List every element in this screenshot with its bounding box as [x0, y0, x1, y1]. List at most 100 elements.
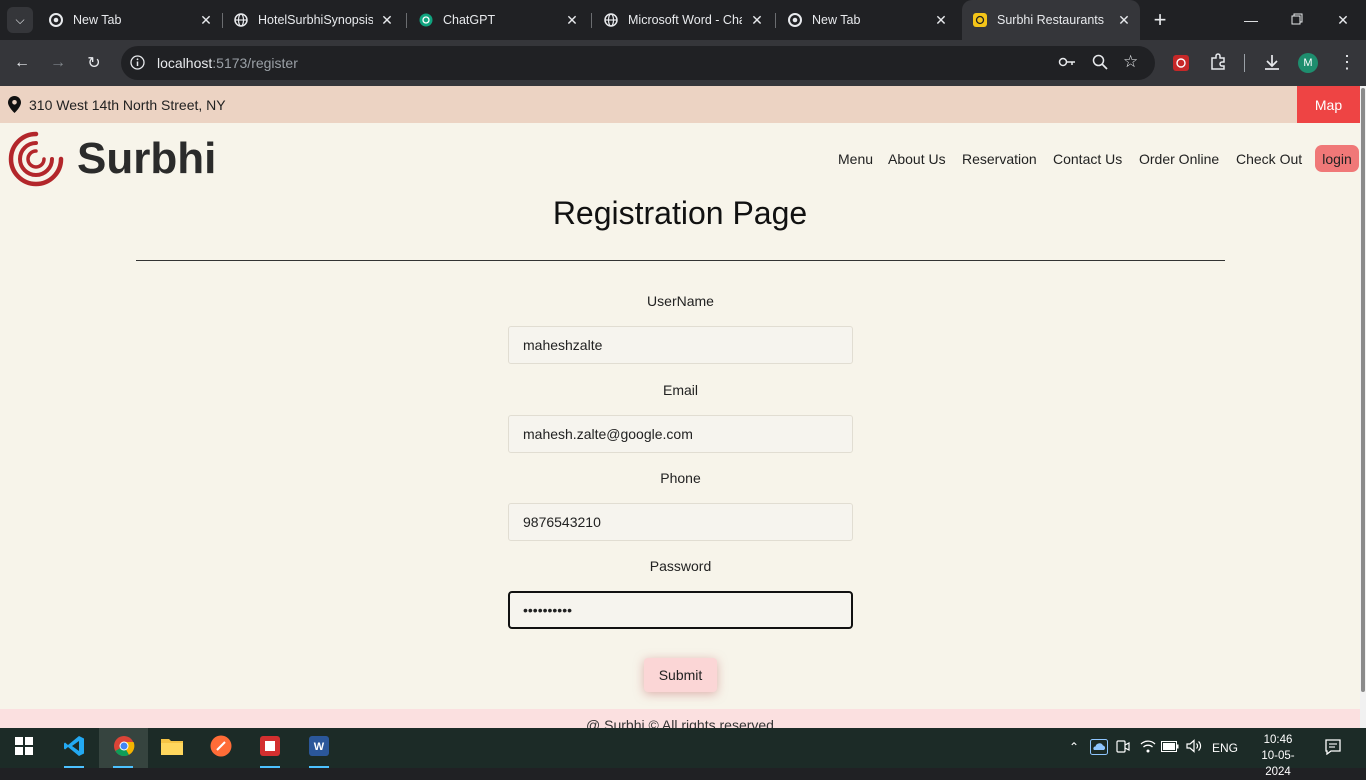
tab-title: New Tab — [73, 13, 122, 27]
nav-contact-us[interactable]: Contact Us — [1053, 151, 1122, 167]
brand-name[interactable]: Surbhi — [77, 134, 216, 184]
more-menu-icon[interactable]: ⋮ — [1338, 51, 1356, 73]
tab-title: Surbhi Restaurants — [997, 13, 1105, 27]
vscode-icon — [63, 735, 85, 762]
key-icon[interactable] — [1058, 55, 1076, 74]
zoom-icon[interactable] — [1092, 54, 1108, 75]
footer-copyright: @ Surbhi © All rights reserved — [586, 717, 774, 728]
clock-date: 10-05-2024 — [1261, 750, 1295, 778]
chrome-icon — [113, 735, 135, 762]
nav-order-online[interactable]: Order Online — [1139, 151, 1219, 167]
nav-check-out[interactable]: Check Out — [1236, 151, 1302, 167]
tab-title: Microsoft Word - Cha — [628, 13, 742, 27]
browser-toolbar: ← → ↻ localhost:5173/register ☆ ⋮ — [0, 40, 1366, 86]
taskbar-vscode[interactable] — [50, 728, 98, 768]
close-icon[interactable]: ✕ — [564, 12, 580, 28]
extension-icon[interactable] — [1172, 54, 1190, 77]
close-window-button[interactable]: ✕ — [1320, 0, 1366, 40]
submit-button[interactable]: Submit — [644, 658, 717, 692]
windows-taskbar: W ⌃ ENG 10:46 10-05-2024 — [0, 728, 1366, 778]
toolbar-separator — [1244, 54, 1245, 72]
scrollbar-thumb[interactable] — [1361, 88, 1365, 692]
reload-button[interactable]: ↻ — [83, 52, 105, 74]
minimize-button[interactable]: — — [1228, 0, 1274, 40]
chevron-down-icon: ⌵ — [15, 12, 25, 27]
browser-tab[interactable]: New Tab ✕ — [48, 0, 214, 40]
close-icon[interactable]: ✕ — [1116, 12, 1132, 28]
browser-tab[interactable]: New Tab ✕ — [787, 0, 949, 40]
browser-tab[interactable]: Microsoft Word - Cha ✕ — [603, 0, 765, 40]
globe-icon — [603, 12, 619, 28]
taskbar-file-explorer[interactable] — [148, 728, 196, 768]
taskbar-postman[interactable] — [197, 728, 245, 768]
new-tab-button[interactable]: + — [1150, 7, 1170, 32]
tab-title: HotelSurbhiSynopsis.p — [258, 13, 373, 27]
extensions-puzzle-icon[interactable] — [1209, 53, 1227, 76]
password-field[interactable] — [508, 591, 853, 629]
browser-tab[interactable]: ChatGPT ✕ — [418, 0, 580, 40]
nav-reservation[interactable]: Reservation — [962, 151, 1037, 167]
arrow-left-icon: ← — [14, 54, 30, 71]
phone-field[interactable] — [508, 503, 853, 541]
taskbar-app-red[interactable] — [246, 728, 294, 768]
postman-icon — [210, 735, 232, 762]
nav-menu[interactable]: Menu — [838, 151, 873, 167]
taskbar-clock[interactable]: 10:46 10-05-2024 — [1249, 732, 1307, 780]
restaurant-address: 310 West 14th North Street, NY — [29, 97, 226, 113]
tab-separator — [591, 13, 592, 28]
notifications-icon[interactable] — [1325, 739, 1341, 758]
url-host: localhost — [157, 55, 213, 71]
page-scrollbar[interactable] — [1360, 86, 1366, 728]
back-button[interactable]: ← — [11, 52, 33, 74]
browser-tab-active[interactable]: Surbhi Restaurants ✕ — [962, 0, 1140, 40]
volume-icon[interactable] — [1186, 739, 1202, 756]
taskbar-word[interactable]: W — [295, 728, 343, 768]
browser-tab[interactable]: HotelSurbhiSynopsis.p ✕ — [233, 0, 395, 40]
tab-title: New Tab — [812, 13, 861, 27]
close-icon[interactable]: ✕ — [749, 12, 765, 28]
chrome-icon — [787, 12, 803, 28]
onedrive-icon[interactable] — [1090, 739, 1108, 758]
battery-icon[interactable] — [1161, 741, 1179, 755]
profile-avatar[interactable]: M — [1298, 53, 1318, 73]
restore-button[interactable] — [1274, 0, 1320, 40]
forward-button[interactable]: → — [47, 52, 69, 74]
address-bar-strip: 310 West 14th North Street, NY — [0, 86, 1360, 123]
nav-about-us[interactable]: About Us — [888, 151, 946, 167]
surbhi-logo-icon[interactable] — [7, 130, 65, 193]
close-icon[interactable]: ✕ — [379, 12, 395, 28]
close-icon[interactable]: ✕ — [933, 12, 949, 28]
email-label: Email — [662, 382, 698, 398]
page-title: Registration Page — [552, 195, 808, 231]
tab-separator — [222, 13, 223, 28]
svg-text:W: W — [314, 741, 325, 753]
arrow-right-icon: → — [50, 54, 66, 71]
start-button[interactable] — [0, 728, 48, 768]
site-info-icon[interactable] — [130, 55, 145, 75]
url-path: :5173/register — [212, 55, 298, 71]
location-pin-icon — [8, 96, 21, 118]
chevron-up-icon[interactable]: ⌃ — [1069, 740, 1079, 754]
wifi-icon[interactable] — [1140, 739, 1156, 756]
password-label: Password — [649, 558, 712, 574]
login-button[interactable]: login — [1315, 145, 1359, 172]
username-field[interactable] — [508, 326, 853, 364]
restore-icon — [1291, 12, 1303, 28]
tab-search-button[interactable]: ⌵ — [7, 7, 33, 33]
star-icon[interactable]: ☆ — [1123, 52, 1138, 72]
language-indicator[interactable]: ENG — [1212, 741, 1238, 755]
download-icon[interactable] — [1263, 53, 1281, 76]
close-icon[interactable]: ✕ — [198, 12, 214, 28]
reload-icon: ↻ — [87, 55, 101, 72]
site-icon — [972, 12, 988, 28]
browser-tab-strip: ⌵ New Tab ✕ HotelSurbhiSynopsis.p ✕ Chat… — [0, 0, 1366, 40]
taskbar-chrome[interactable] — [99, 728, 148, 768]
plus-icon: + — [1153, 7, 1167, 32]
globe-icon — [233, 12, 249, 28]
map-button[interactable]: Map — [1297, 86, 1360, 123]
meet-now-icon[interactable] — [1116, 739, 1130, 758]
address-bar[interactable]: localhost:5173/register ☆ — [121, 46, 1155, 80]
page-viewport: 310 West 14th North Street, NY Map Surbh… — [0, 86, 1366, 728]
email-field[interactable] — [508, 415, 853, 453]
folder-icon — [161, 737, 183, 760]
